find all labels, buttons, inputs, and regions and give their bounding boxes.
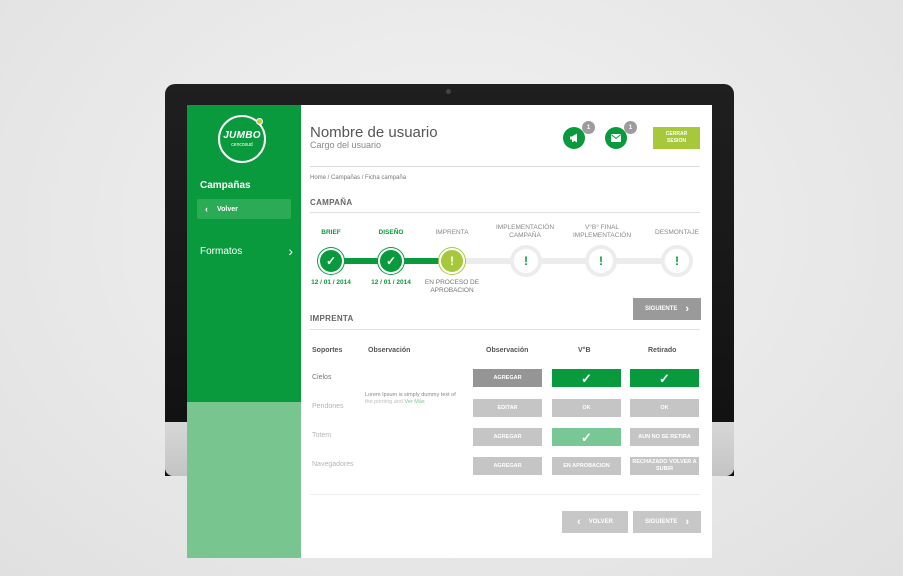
sidebar-item-formatos[interactable]: Formatos › (200, 243, 293, 259)
logout-label: CERRAR SESION (665, 131, 688, 144)
sidebar-back-button[interactable]: ‹ Volver (197, 199, 291, 219)
reflection-fade-overlay (301, 399, 712, 558)
navegadores-vb-status[interactable]: EN APROBACION (552, 457, 621, 475)
step-label-vb-final: V°B° FINAL IMPLEMENTACIÓN (572, 224, 632, 239)
step-imprenta-alert-icon[interactable]: ! (439, 248, 465, 274)
stepper-track-pending (452, 258, 682, 264)
campaign-section-divider (310, 212, 700, 213)
sidebar-lower-area (187, 402, 301, 558)
notifications-badge: 1 (582, 121, 595, 134)
row-label-pendones: Pendones (312, 403, 344, 410)
step-label-desmontaje: DESMONTAJE (655, 229, 699, 236)
col-header-retirado: Retirado (648, 347, 677, 354)
step-brief-check-icon[interactable]: ✓ (318, 248, 344, 274)
logout-button[interactable]: CERRAR SESION (653, 127, 700, 149)
navegadores-retirado-status[interactable]: RECHAZADO VOLVER A SUBIR (630, 457, 699, 475)
user-name: Nombre de usuario (310, 124, 438, 141)
pendones-retirado-ok[interactable]: OK (630, 399, 699, 417)
logo-dot-icon (256, 118, 263, 125)
breadcrumb[interactable]: Home / Campañas / Ficha campaña (310, 175, 406, 181)
volver-button[interactable]: ‹ VOLVER (562, 511, 628, 533)
step-vb-final-alert-icon[interactable]: ! (588, 248, 614, 274)
imprenta-section-title: IMPRENTA (310, 314, 354, 323)
user-role: Cargo del usuario (310, 140, 382, 150)
totem-agregar-button[interactable]: AGREGAR (473, 428, 542, 446)
campaign-next-button[interactable]: SIGUIENTE › (633, 298, 701, 320)
sidebar: JUMBO cencosud Campañas ‹ Volver Formato… (187, 105, 301, 558)
step-label-imprenta: IMPRENTA (435, 229, 469, 236)
sidebar-back-label: Volver (217, 205, 238, 213)
megaphone-icon (569, 133, 577, 143)
header-divider (310, 166, 700, 167)
ver-mas-link[interactable]: Ver Más (404, 399, 424, 405)
pendones-vb-ok[interactable]: OK (552, 399, 621, 417)
imprenta-section-divider (310, 329, 700, 330)
cielos-agregar-button[interactable]: AGREGAR (473, 369, 542, 387)
col-header-vb: V°B (578, 347, 591, 354)
campaign-section-title: CAMPAÑA (310, 198, 353, 207)
navegadores-agregar-button[interactable]: AGREGAR (473, 457, 542, 475)
sidebar-title: Campañas (200, 180, 251, 191)
camera-dot (446, 89, 451, 94)
step-imprenta-status: EN PROCESO DE APROBACION (424, 279, 480, 294)
step-diseno-check-icon[interactable]: ✓ (378, 248, 404, 274)
step-desmontaje-alert-icon[interactable]: ! (664, 248, 690, 274)
messages-badge: 1 (624, 121, 637, 134)
row-label-cielos: Cielos (312, 374, 332, 381)
logo-text: JUMBO (223, 130, 261, 141)
jumbo-logo[interactable]: JUMBO cencosud (218, 115, 266, 163)
step-label-implementacion: IMPLEMENTACIÓN CAMPAÑA (495, 224, 555, 239)
cielos-vb-check-icon[interactable]: ✓ (552, 369, 621, 387)
totem-retirado-status[interactable]: AUN NO SE RETIRA (630, 428, 699, 446)
row-label-totem: Totem (312, 432, 332, 439)
chevron-left-icon: ‹ (577, 516, 581, 528)
cielos-retirado-check-icon[interactable]: ✓ (630, 369, 699, 387)
app-screen: JUMBO cencosud Campañas ‹ Volver Formato… (187, 105, 712, 558)
imprenta-next-button[interactable]: SIGUIENTE › (633, 511, 701, 533)
chevron-right-icon: › (685, 516, 689, 528)
chevron-right-icon: › (288, 243, 293, 259)
pendones-editar-button[interactable]: EDITAR (473, 399, 542, 417)
volver-label: VOLVER (588, 519, 613, 525)
step-brief-date: 12 / 01 / 2014 (311, 279, 351, 286)
row-label-navegadores: Navegadores (312, 461, 354, 468)
step-implementacion-alert-icon[interactable]: ! (513, 248, 539, 274)
col-header-observacion-action: Observación (486, 347, 529, 354)
envelope-icon (611, 134, 621, 142)
totem-vb-check-icon[interactable]: ✓ (552, 428, 621, 446)
col-header-soportes: Soportes (312, 347, 343, 354)
logo-subtext: cencosud (231, 142, 253, 148)
pendones-observation: Lorem Ipsum is simply dummy text of the … (365, 392, 460, 406)
next-label: SIGUIENTE (644, 519, 678, 525)
sidebar-item-label: Formatos (200, 245, 243, 257)
chevron-right-icon: › (685, 303, 689, 315)
step-diseno-date: 12 / 01 / 2014 (371, 279, 411, 286)
col-header-observacion: Observación (368, 347, 411, 354)
chevron-left-icon: ‹ (205, 204, 208, 214)
next-label: SIGUIENTE (644, 306, 678, 312)
table-bottom-divider (310, 494, 700, 495)
